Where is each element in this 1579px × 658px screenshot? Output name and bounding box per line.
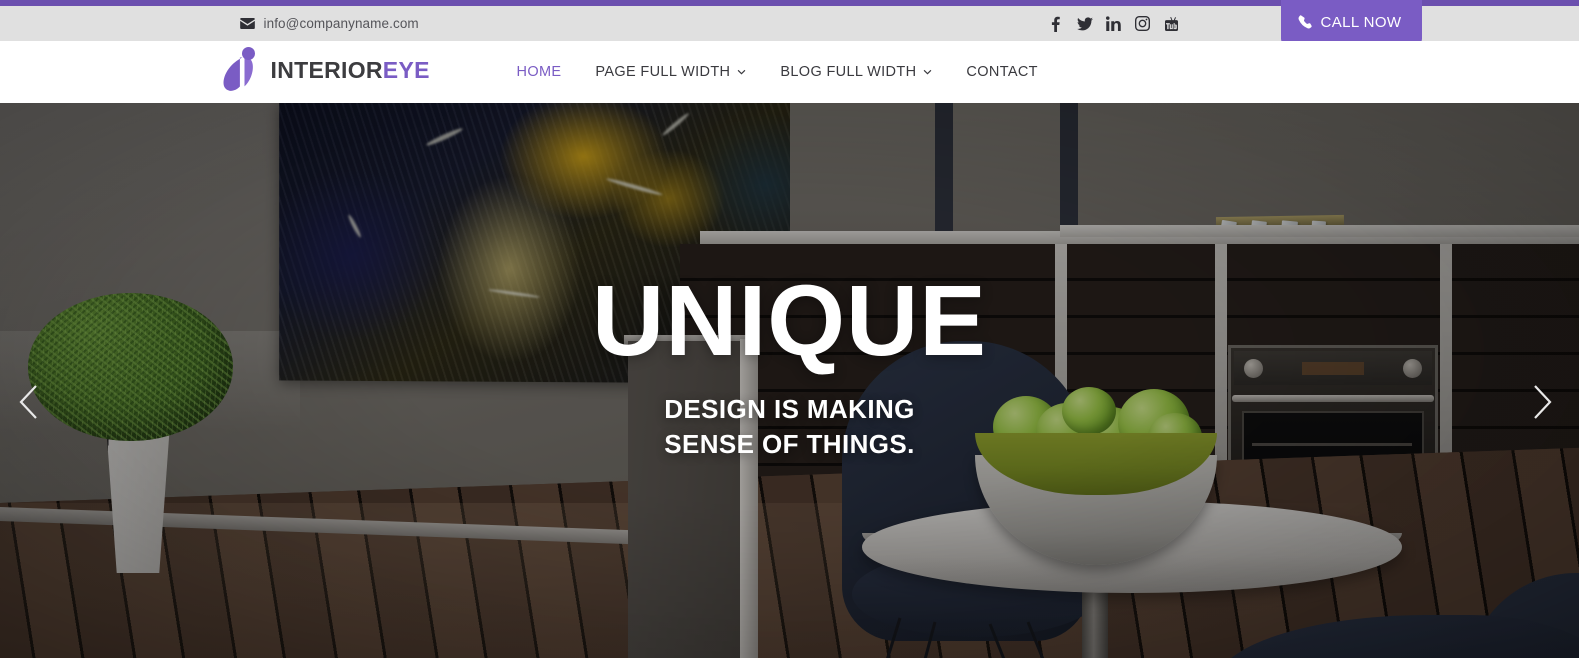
chevron-left-icon xyxy=(19,385,37,419)
slider-prev-button[interactable] xyxy=(8,380,52,424)
hero-subtitle: DESIGN IS MAKING SENSE OF THINGS. xyxy=(664,393,915,459)
brand-logo-link[interactable]: INTERIOREYE xyxy=(218,39,430,101)
nav-item-contact-label: CONTACT xyxy=(966,64,1038,80)
email-text: info@companyname.com xyxy=(263,16,419,31)
interioreye-leaf-logo-icon xyxy=(223,47,255,91)
brand-text-part2: EYE xyxy=(382,56,430,83)
nav-item-contact[interactable]: CONTACT xyxy=(949,41,1054,103)
nav-item-blog-full-width-label: BLOG FULL WIDTH xyxy=(780,64,917,80)
social-link-linkedin[interactable] xyxy=(1106,16,1122,32)
brand-text: INTERIOREYE xyxy=(270,56,430,83)
brand-text-part1: INTERIOR xyxy=(270,56,383,83)
social-link-youtube[interactable] xyxy=(1164,16,1180,32)
email-block[interactable]: info@companyname.com xyxy=(239,6,419,41)
main-header: INTERIOREYE HOME PAGE FULL WIDTH BLOG FU… xyxy=(0,41,1579,103)
chevron-down-icon xyxy=(738,69,746,75)
top-info-bar: info@companyname.com CALL NOW xyxy=(0,0,1579,44)
call-now-button[interactable]: CALL NOW xyxy=(1280,0,1422,44)
chevron-down-icon xyxy=(924,69,932,75)
slider-next-button[interactable] xyxy=(1519,380,1563,424)
nav-item-blog-full-width[interactable]: BLOG FULL WIDTH xyxy=(763,41,949,103)
instagram-icon xyxy=(1135,16,1150,31)
phone-icon xyxy=(1298,15,1312,29)
envelope-icon xyxy=(239,18,255,29)
header-inner: INTERIOREYE HOME PAGE FULL WIDTH BLOG FU… xyxy=(210,41,1370,103)
hero-slider: UNIQUE DESIGN IS MAKING SENSE OF THINGS. xyxy=(0,103,1579,658)
social-link-facebook[interactable] xyxy=(1048,16,1064,32)
nav-item-home[interactable]: HOME xyxy=(500,41,579,103)
social-link-instagram[interactable] xyxy=(1135,16,1151,32)
social-links xyxy=(1048,6,1180,41)
facebook-icon xyxy=(1051,16,1060,32)
youtube-icon xyxy=(1165,17,1178,31)
hero-caption: UNIQUE DESIGN IS MAKING SENSE OF THINGS. xyxy=(0,103,1579,658)
top-info-bar-inner: info@companyname.com CALL NOW xyxy=(230,0,1422,44)
linkedin-icon xyxy=(1106,16,1121,31)
social-link-twitter[interactable] xyxy=(1076,16,1093,32)
hero-title: UNIQUE xyxy=(592,264,987,377)
nav-item-home-label: HOME xyxy=(516,64,562,80)
nav-item-page-full-width[interactable]: PAGE FULL WIDTH xyxy=(578,41,763,103)
chevron-right-icon xyxy=(1534,385,1552,419)
twitter-icon xyxy=(1076,16,1093,30)
main-navigation: HOME PAGE FULL WIDTH BLOG FULL WIDTH CON… xyxy=(500,41,1055,103)
nav-item-page-full-width-label: PAGE FULL WIDTH xyxy=(595,64,731,80)
call-now-label: CALL NOW xyxy=(1320,13,1402,31)
page-root: info@companyname.com CALL NOW INTERIOREY… xyxy=(0,0,1579,658)
